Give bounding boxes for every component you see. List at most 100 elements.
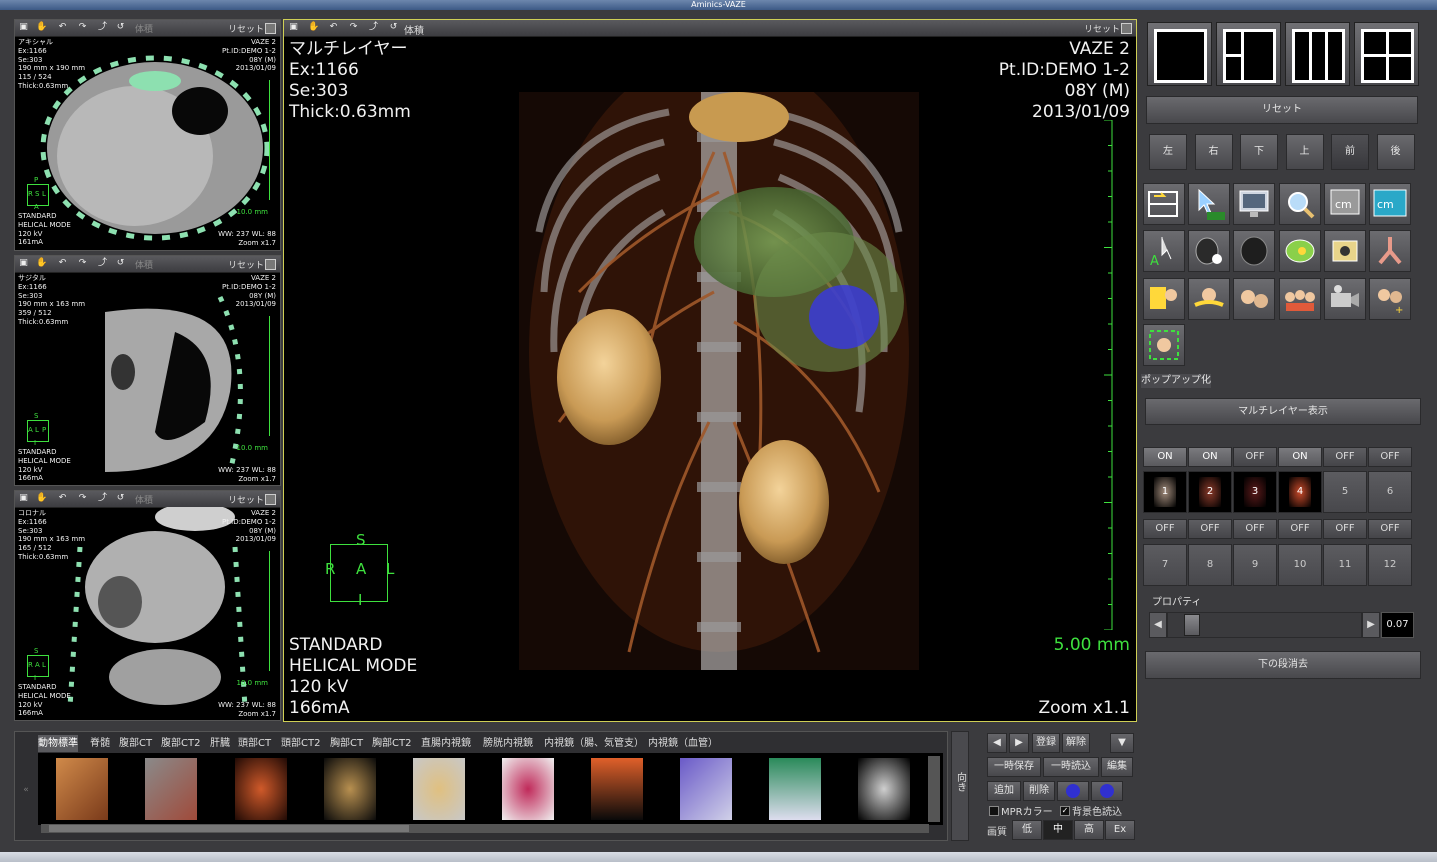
maximize-icon[interactable] <box>1121 23 1132 34</box>
temp-save-button[interactable]: 一時保存 <box>987 757 1041 777</box>
maximize-icon[interactable] <box>265 23 276 34</box>
slider-right-arrow[interactable]: ▶ <box>1362 612 1380 638</box>
preset-thumbnail-2[interactable] <box>145 758 197 820</box>
preset-tab-1[interactable]: 動物標準 <box>38 735 78 752</box>
hand-tool-icon[interactable]: ✋ <box>36 258 47 269</box>
undo-icon[interactable]: ↺ <box>115 22 126 33</box>
maximize-icon[interactable] <box>265 259 276 270</box>
layer-3-slot[interactable]: 3 <box>1233 471 1277 513</box>
direction-right-button[interactable]: 右 <box>1194 134 1233 170</box>
main-3d-viewport[interactable]: ▣ ✋ ↶ ↷ ⤴ ↺ 体積 リセット マルチレイヤー Ex:1166 Se:3… <box>283 19 1137 722</box>
preset-thumbnail-8[interactable] <box>680 758 732 820</box>
person-note-icon[interactable] <box>1143 278 1185 320</box>
viewport-menu-icon[interactable]: ▣ <box>18 258 29 269</box>
preset-thumbnail-7[interactable] <box>591 758 643 820</box>
direction-toggle[interactable]: 向き <box>951 731 969 841</box>
preset-tab-13[interactable]: 内視鏡（血管） <box>648 735 718 752</box>
viewport-reset-button[interactable]: リセット <box>228 22 264 35</box>
flip-icon[interactable]: ⤴ <box>97 258 108 269</box>
layer-12-toggle[interactable]: OFF <box>1368 519 1412 539</box>
maximize-icon[interactable] <box>265 494 276 505</box>
hand-tool-icon[interactable]: ✋ <box>36 493 47 504</box>
viewport-menu-icon[interactable]: ▣ <box>288 22 299 33</box>
register-button[interactable]: 登録 <box>1032 733 1060 753</box>
preset-vertical-scrollbar[interactable] <box>928 756 940 822</box>
direction-up-button[interactable]: 上 <box>1285 134 1324 170</box>
direction-back-button[interactable]: 後 <box>1376 134 1415 170</box>
people-add-icon[interactable]: + <box>1369 278 1411 320</box>
delete-button[interactable]: 削除 <box>1023 781 1055 801</box>
next-preset-button[interactable]: ▶ <box>1009 733 1029 753</box>
flip-icon[interactable]: ⤴ <box>97 493 108 504</box>
rotate-right-icon[interactable]: ↷ <box>77 258 88 269</box>
coronal-viewport[interactable]: ▣ ✋ ↶ ↷ ⤴ ↺ 体積 リセット コロナル Ex:1166 Se:303 190 mm x 16… <box>14 490 281 721</box>
bg-color-checkbox[interactable]: ✓ <box>1060 806 1070 816</box>
annotation-text-icon[interactable]: A <box>1143 230 1185 272</box>
mpr-color-checkbox[interactable] <box>989 806 999 816</box>
slider-left-arrow[interactable]: ◀ <box>1149 612 1167 638</box>
quality-low-button[interactable]: 低 <box>1012 820 1042 840</box>
undo-icon[interactable]: ↺ <box>115 258 126 269</box>
preset-thumbnail-10[interactable] <box>858 758 910 820</box>
dropdown-icon[interactable]: ▼ <box>1110 733 1134 753</box>
quality-ex-button[interactable]: Ex <box>1105 820 1135 840</box>
layer-11-toggle[interactable]: OFF <box>1323 519 1367 539</box>
group-people-icon[interactable] <box>1279 278 1321 320</box>
video-camera-icon[interactable] <box>1324 278 1366 320</box>
layer-1-slot[interactable]: 1 <box>1143 471 1187 513</box>
preset-tab-2[interactable]: 脊髄 <box>90 735 110 752</box>
flip-icon[interactable]: ⤴ <box>368 22 379 33</box>
rotate-right-icon[interactable]: ↷ <box>77 22 88 33</box>
preset-tab-10[interactable]: 直腸内視鏡 <box>421 735 471 752</box>
popup-label[interactable]: ポップアップ化 <box>1141 374 1211 388</box>
rotate-left-icon[interactable]: ↶ <box>57 22 68 33</box>
layout-1x1-button[interactable] <box>1147 22 1212 86</box>
clip-box-icon[interactable] <box>1324 230 1366 272</box>
layer-2-slot[interactable]: 2 <box>1188 471 1232 513</box>
release-button[interactable]: 解除 <box>1062 733 1090 753</box>
vessel-tool-icon[interactable] <box>1369 230 1411 272</box>
preset-tab-12[interactable]: 内視鏡（腸、気管支） <box>544 735 644 752</box>
direction-down-button[interactable]: 下 <box>1240 134 1278 170</box>
direction-left-button[interactable]: 左 <box>1149 134 1187 170</box>
preset-tab-3[interactable]: 腹部CT <box>119 735 152 752</box>
layer-4-slot[interactable]: 4 <box>1278 471 1322 513</box>
viewport-reset-button[interactable]: リセット <box>228 493 264 506</box>
segment-organ-icon[interactable] <box>1188 230 1230 272</box>
flip-icon[interactable]: ⤴ <box>97 22 108 33</box>
person-frame-icon[interactable] <box>1143 324 1185 366</box>
preset-thumbnail-1[interactable] <box>56 758 108 820</box>
property-slider-thumb[interactable] <box>1183 614 1200 636</box>
property-slider[interactable] <box>1167 612 1362 638</box>
hand-tool-icon[interactable]: ✋ <box>36 22 47 33</box>
prev-preset-button[interactable]: ◀ <box>987 733 1007 753</box>
layer-6-toggle[interactable]: OFF <box>1368 447 1412 467</box>
viewport-menu-icon[interactable]: ▣ <box>18 22 29 33</box>
quality-high-button[interactable]: 高 <box>1074 820 1104 840</box>
layer-5-toggle[interactable]: OFF <box>1323 447 1367 467</box>
sagittal-viewport[interactable]: ▣ ✋ ↶ ↷ ⤴ ↺ 体積 リセット サジタル Ex:1166 Se:303 190 mm x 16… <box>14 255 281 486</box>
preset-thumbnail-9[interactable] <box>769 758 821 820</box>
preset-tab-8[interactable]: 胸部CT <box>330 735 363 752</box>
direction-front-button[interactable]: 前 <box>1331 134 1369 170</box>
monitor-icon[interactable] <box>1233 183 1275 225</box>
rotate-right-icon[interactable]: ↷ <box>348 22 359 33</box>
layer-9-slot[interactable]: 9 <box>1233 544 1277 586</box>
preset-tab-7[interactable]: 頭部CT2 <box>281 735 320 752</box>
preset-tab-9[interactable]: 胸部CT2 <box>372 735 411 752</box>
delete-lower-row-button[interactable]: 下の段消去 <box>1145 651 1421 679</box>
measure-3d-icon[interactable]: cm <box>1369 183 1411 225</box>
preset-tab-11[interactable]: 膀胱内視鏡 <box>483 735 533 752</box>
hand-tool-icon[interactable]: ✋ <box>308 22 319 33</box>
multilayer-display-button[interactable]: マルチレイヤー表示 <box>1145 398 1421 425</box>
ie-export-icon[interactable] <box>1057 781 1089 801</box>
layer-6-slot[interactable]: 6 <box>1368 471 1412 513</box>
layer-10-toggle[interactable]: OFF <box>1278 519 1322 539</box>
layout-1plus2-button[interactable] <box>1216 22 1281 86</box>
layout-arrow-tool-icon[interactable] <box>1143 183 1185 225</box>
layer-9-toggle[interactable]: OFF <box>1233 519 1277 539</box>
rotate-left-icon[interactable]: ↶ <box>57 258 68 269</box>
preset-scroll-thumb[interactable] <box>49 825 409 832</box>
layer-4-toggle[interactable]: ON <box>1278 447 1322 467</box>
layer-2-toggle[interactable]: ON <box>1188 447 1232 467</box>
